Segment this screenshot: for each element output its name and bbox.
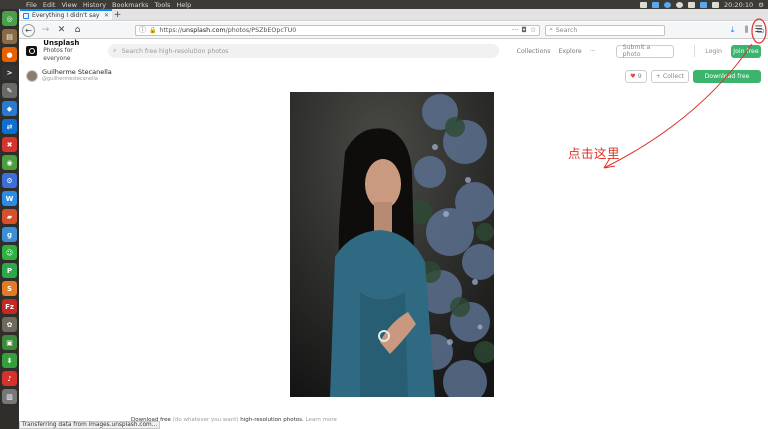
annotation-overlay bbox=[603, 18, 767, 169]
annotation-text: 点击这里 bbox=[568, 146, 621, 161]
annotation-circle bbox=[751, 18, 767, 44]
status-bar: Transferring data from images.unsplash.c… bbox=[19, 421, 161, 429]
annotation-arrow-line bbox=[603, 43, 753, 169]
